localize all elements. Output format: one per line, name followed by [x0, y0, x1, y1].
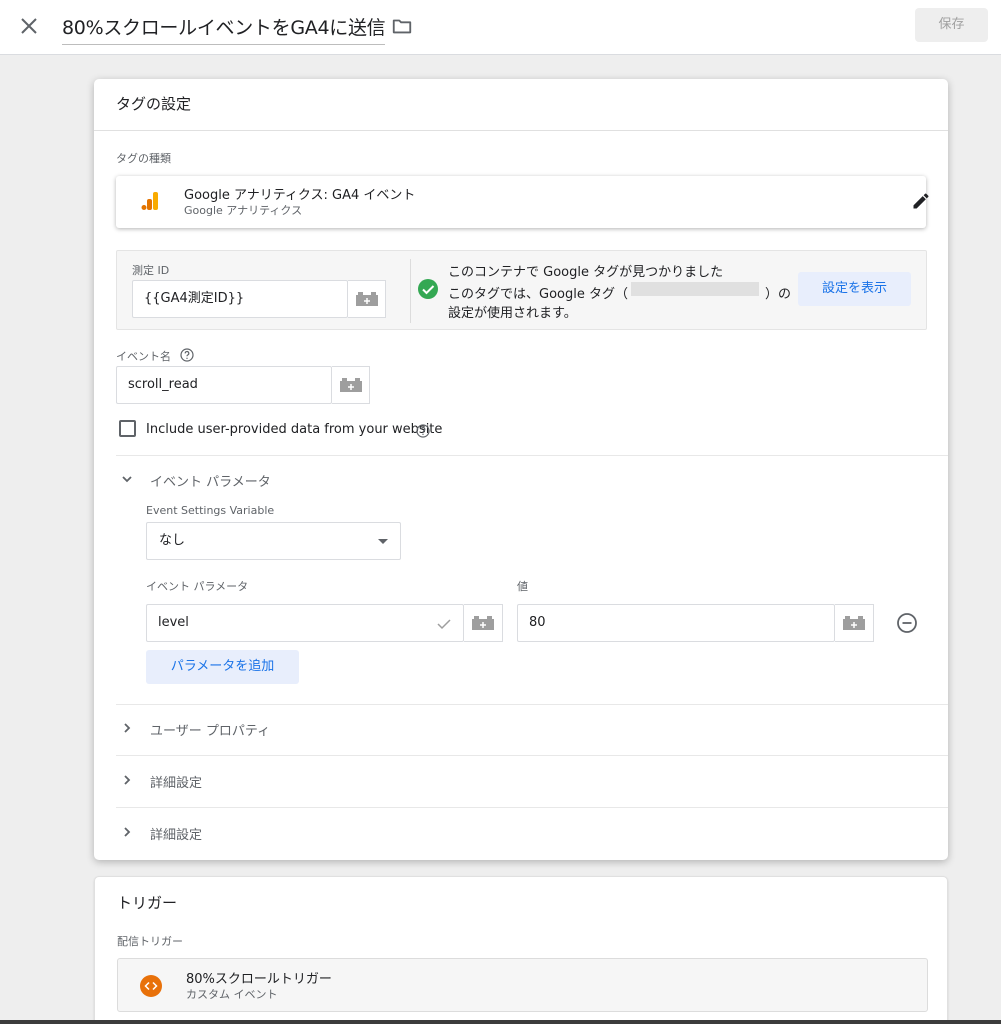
variable-brick-icon: [355, 292, 378, 306]
google-tag-uses-text-end: ）の: [765, 287, 792, 302]
param-name-variable-button[interactable]: [464, 604, 503, 642]
top-bar: 80%スクロールイベントをGA4に送信 保存: [0, 0, 1001, 55]
section-divider: [116, 704, 948, 705]
trigger-type: カスタム イベント: [186, 988, 278, 1001]
add-parameter-button[interactable]: パラメータを追加: [146, 650, 299, 684]
window-bottom-edge: [0, 1020, 1001, 1024]
close-icon[interactable]: [17, 14, 41, 38]
section-divider: [116, 807, 948, 808]
param-value-input[interactable]: 80: [517, 604, 835, 642]
param-value-variable-button[interactable]: [835, 604, 874, 642]
measurement-id-variable-button[interactable]: [348, 280, 386, 318]
include-user-data-checkbox[interactable]: [119, 420, 136, 437]
tag-type-sub: Google アナリティクス: [184, 204, 303, 217]
variable-brick-icon: [843, 616, 865, 630]
advanced-settings-section-title-2[interactable]: 詳細設定: [150, 824, 202, 843]
event-name-input[interactable]: scroll_read: [116, 366, 332, 404]
variable-brick-icon: [339, 378, 362, 392]
tag-config-card: タグの設定 タグの種類 Google アナリティクス: GA4 イベント Goo…: [94, 79, 948, 860]
param-name-value: level: [158, 615, 189, 630]
tag-type-name: Google アナリティクス: GA4 イベント: [184, 188, 416, 203]
chevron-right-icon[interactable]: [119, 772, 135, 788]
trigger-name: 80%スクロールトリガー: [186, 972, 332, 987]
remove-row-icon[interactable]: [896, 612, 918, 634]
event-settings-variable-select[interactable]: なし: [146, 522, 401, 560]
measurement-id-label: 測定 ID: [132, 264, 170, 277]
folder-icon[interactable]: [391, 15, 413, 37]
event-name-variable-button[interactable]: [332, 366, 370, 404]
include-user-data-label: Include user-provided data from your web…: [146, 422, 443, 437]
event-params-section-title[interactable]: イベント パラメータ: [150, 471, 271, 490]
tag-type-label: タグの種類: [116, 152, 171, 165]
check-circle-icon: [418, 279, 438, 299]
trigger-item[interactable]: 80%スクロールトリガー カスタム イベント: [117, 958, 928, 1012]
trigger-title: トリガー: [117, 894, 178, 912]
event-name-label: イベント名: [116, 350, 171, 363]
param-value-column-label: 値: [517, 580, 528, 593]
tag-type-selector[interactable]: Google アナリティクス: GA4 イベント Google アナリティクス: [116, 176, 929, 228]
firing-trigger-label: 配信トリガー: [117, 935, 183, 948]
edit-pencil-icon[interactable]: [911, 191, 931, 211]
google-tag-uses-text-start: このタグでは、Google タグ（: [448, 287, 628, 302]
help-icon[interactable]: [180, 348, 194, 362]
measurement-divider: [410, 259, 411, 323]
custom-event-trigger-icon: [140, 975, 162, 997]
param-name-input[interactable]: level: [146, 604, 464, 642]
user-properties-section-title[interactable]: ユーザー プロパティ: [150, 720, 270, 739]
param-name-column-label: イベント パラメータ: [146, 580, 249, 593]
chevron-right-icon[interactable]: [119, 824, 135, 840]
measurement-id-section: 測定 ID {{GA4測定ID}} このコンテナで Google タグが見つかり…: [116, 250, 927, 330]
tag-title[interactable]: 80%スクロールイベントをGA4に送信: [62, 13, 386, 45]
redacted-tag-id: [631, 282, 759, 296]
measurement-id-input[interactable]: {{GA4測定ID}}: [132, 280, 348, 318]
chevron-down-icon[interactable]: [119, 471, 135, 487]
show-settings-button[interactable]: 設定を表示: [798, 272, 911, 306]
section-divider: [116, 455, 948, 456]
save-button[interactable]: 保存: [915, 8, 988, 42]
dropdown-arrow-icon: [378, 539, 388, 544]
event-settings-variable-label: Event Settings Variable: [146, 504, 275, 517]
google-tag-settings-used-text: 設定が使用されます。: [448, 306, 577, 321]
chevron-right-icon[interactable]: [119, 720, 135, 736]
event-name-value: scroll_read: [128, 377, 198, 392]
checkmark-icon: [437, 619, 451, 630]
help-icon[interactable]: [416, 424, 430, 438]
section-divider: [116, 755, 948, 756]
param-value-value: 80: [529, 615, 546, 630]
variable-brick-icon: [472, 616, 494, 630]
google-analytics-icon: [141, 192, 158, 210]
google-tag-found-text: このコンテナで Google タグが見つかりました: [448, 265, 724, 280]
measurement-id-value: {{GA4測定ID}}: [144, 291, 245, 306]
trigger-card: トリガー 配信トリガー 80%スクロールトリガー カスタム イベント: [94, 876, 948, 1024]
event-settings-variable-value: なし: [159, 533, 186, 548]
tag-config-title: タグの設定: [94, 79, 948, 131]
advanced-settings-section-title[interactable]: 詳細設定: [150, 772, 202, 791]
